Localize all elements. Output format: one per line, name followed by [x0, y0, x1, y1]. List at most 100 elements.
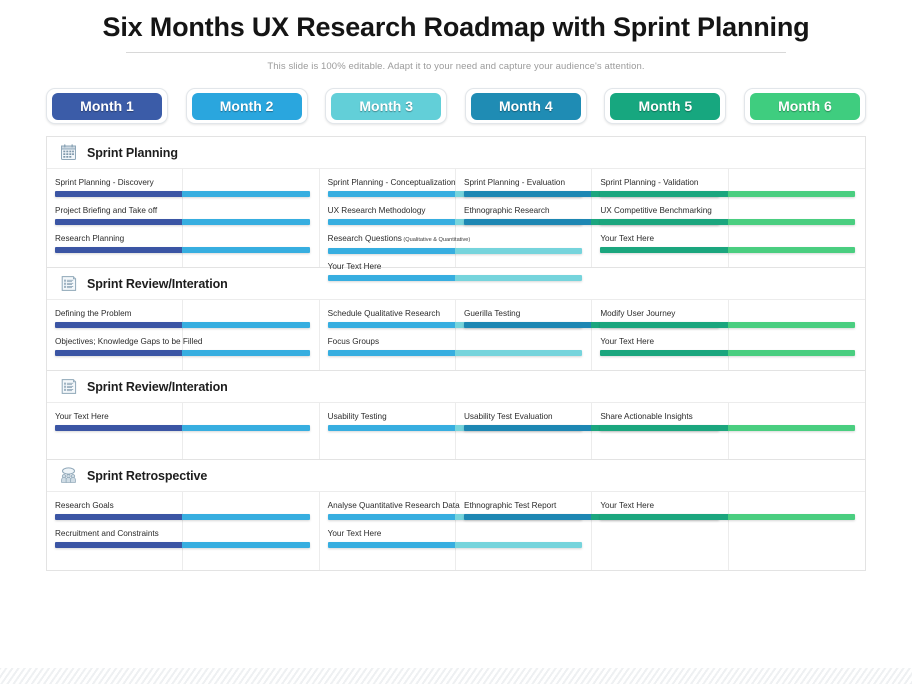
- task-bar-first-half: [327, 191, 455, 198]
- task-label-text: Modify User Journey: [600, 309, 676, 319]
- task-bar-first-half: [463, 191, 592, 198]
- month-tab-4[interactable]: Month 4: [464, 88, 587, 125]
- section-title: Sprint Review/Interation: [87, 276, 228, 291]
- calendar-icon: [59, 143, 78, 162]
- task-bar-first-half: [55, 542, 183, 549]
- month-column-4: Usability Test Evaluation: [456, 403, 719, 460]
- month-column-6: [729, 169, 865, 267]
- task-bar-first-half: [327, 275, 455, 282]
- task-label-text: Sprint Planning - Conceptualization: [327, 178, 456, 188]
- month-column-2: [183, 403, 320, 460]
- section-title: Sprint Review/Interation: [87, 379, 228, 394]
- roadmap-section: Sprint Retrospective Research Goals Recrui…: [47, 460, 865, 571]
- task-bar-second-half: [454, 275, 583, 282]
- month-tab-label: Month 3: [331, 92, 442, 120]
- task-label-text: Guerilla Testing: [463, 309, 521, 319]
- month-tab-label: Month 2: [191, 92, 302, 120]
- page-title: Six Months UX Research Roadmap with Spri…: [102, 12, 810, 42]
- task-bar-first-half: [55, 219, 183, 226]
- month-column-4: Ethnographic Test Report: [456, 492, 719, 571]
- task-label-text: Usability Test Evaluation: [463, 412, 553, 422]
- month-column-4: Sprint Planning - Evaluation Ethnographic…: [456, 169, 719, 268]
- month-column-3: Usability Testing: [320, 403, 583, 460]
- checklist-icon: [59, 274, 78, 293]
- month-tab-2[interactable]: Month 2: [185, 88, 308, 125]
- section-header: Sprint Review/Interation: [47, 371, 865, 404]
- section-title: Sprint Planning: [87, 145, 178, 160]
- task-bar-first-half: [600, 219, 728, 226]
- month-column-3: Analyse Quantitative Research Data Your T…: [320, 492, 583, 571]
- task-label-text: Defining the Problem: [55, 309, 132, 319]
- month-tab-3[interactable]: Month 3: [325, 88, 448, 125]
- task-label-text: UX Research Methodology: [327, 206, 426, 216]
- page-subtitle: This slide is 100% editable. Adapt it to…: [267, 61, 645, 73]
- month-tab-label: Month 5: [610, 92, 721, 120]
- task-label-text: Your Text Here: [327, 262, 382, 272]
- task-duration-bar: [327, 275, 583, 282]
- month-tab-label: Month 4: [470, 92, 581, 120]
- people-group-icon: [59, 466, 78, 485]
- task-bar-first-half: [327, 514, 455, 521]
- task-label-text: Your Text Here: [600, 234, 655, 244]
- month-column-6: [729, 300, 865, 370]
- month-column-1: Research Goals Recruitment and Constraint…: [47, 492, 310, 571]
- month-column-5: Your Text Here: [592, 492, 855, 571]
- task-label-text: Your Text Here: [55, 412, 109, 422]
- task-bar-first-half: [463, 322, 592, 329]
- task-label-text: Ethnographic Research: [463, 206, 550, 216]
- task-bar-first-half: [55, 191, 183, 198]
- task-label-text: Your Text Here: [600, 501, 655, 511]
- month-column-2: [183, 492, 320, 571]
- task-label-text: Project Briefing and Take off: [55, 206, 158, 216]
- checklist-icon: [59, 377, 78, 396]
- task-label-text: Objectives; Knowledge Gaps to be Filled: [55, 337, 203, 347]
- month-tab-label: Month 6: [749, 92, 860, 120]
- month-tab-label: Month 1: [52, 92, 162, 120]
- task-bar-first-half: [600, 350, 728, 357]
- roadmap-card: Sprint Planning Sprint Planning - Discove…: [46, 136, 866, 572]
- month-column-5: Share Actionable Insights: [592, 403, 855, 460]
- title-divider: [126, 52, 786, 54]
- task-bar-first-half: [463, 425, 592, 432]
- task-label-text: Share Actionable Insights: [600, 412, 693, 422]
- task-bar-first-half: [55, 247, 183, 254]
- task-bar-first-half: [600, 247, 728, 254]
- month-tab-1[interactable]: Month 1: [46, 88, 168, 125]
- task-label-text: UX Competitive Benchmarking: [600, 206, 712, 216]
- task-bar-first-half: [327, 542, 455, 549]
- section-grid: Defining the Problem Objectives; Knowledg…: [47, 300, 865, 371]
- section-grid: Sprint Planning - Discovery Project Brief…: [47, 169, 865, 282]
- task-bar-first-half: [463, 219, 592, 226]
- task-label-text: Sprint Planning - Discovery: [55, 178, 154, 188]
- task-label-text: Schedule Qualitative Research: [327, 309, 441, 319]
- month-tab-5[interactable]: Month 5: [604, 88, 727, 125]
- section-grid: Your Text Here Usability Testing Usability…: [47, 403, 865, 460]
- slide-header: Six Months UX Research Roadmap with Spri…: [0, 0, 912, 72]
- task-label-text: Recruitment and Constraints: [55, 529, 159, 539]
- task-label-text: Your Text Here: [600, 337, 655, 347]
- task-bar-first-half: [327, 322, 455, 329]
- month-column-5: Sprint Planning - Validation UX Competiti…: [592, 169, 855, 268]
- task-label-text: Sprint Planning - Evaluation: [463, 178, 566, 188]
- task-label-text: Research Goals: [55, 501, 114, 511]
- task-bar-first-half: [600, 322, 728, 329]
- month-column-3: Schedule Qualitative Research Focus Group…: [320, 300, 583, 371]
- month-tab-6[interactable]: Month 6: [743, 88, 866, 125]
- month-tab-bar: Month 1 Month 2 Month 3 Month 4 Month 5 Month…: [46, 88, 866, 125]
- bottom-hatch-decoration: [0, 668, 912, 684]
- task-bar-first-half: [327, 350, 455, 357]
- section-title: Sprint Retrospective: [87, 468, 208, 483]
- section-grid: Research Goals Recruitment and Constraint…: [47, 492, 865, 571]
- task-label-text: Focus Groups: [327, 337, 380, 347]
- month-column-3: Sprint Planning - Conceptualization UX Re…: [320, 169, 583, 282]
- roadmap-section: Sprint Review/Interation Your Text Here Us…: [47, 371, 865, 461]
- task-bar-first-half: [55, 350, 183, 357]
- month-column-5: Modify User Journey Your Text Here: [592, 300, 855, 371]
- month-column-1: Sprint Planning - Discovery Project Brief…: [47, 169, 310, 268]
- task-label-text: Your Text Here: [327, 529, 382, 539]
- roadmap-section: Sprint Planning Sprint Planning - Discove…: [47, 137, 865, 282]
- month-column-2: [183, 300, 320, 371]
- task-bar-first-half: [55, 322, 183, 329]
- month-column-1: Your Text Here: [47, 403, 310, 460]
- month-column-1: Defining the Problem Objectives; Knowledg…: [47, 300, 310, 371]
